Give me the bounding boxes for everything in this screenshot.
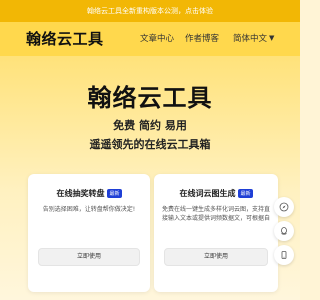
qq-icon[interactable] [274,221,294,241]
tool-card-wordcloud[interactable]: 在线词云图生成 最新 免费在线一键生成多样化词云图，支持直接输入文本或提供词频数据… [154,174,278,292]
use-now-button[interactable]: 立即使用 [38,248,140,266]
card-title-text: 在线抽奖转盘 [56,189,105,198]
card-description: 告别选择困难，让转盘帮你做决定! [42,206,136,213]
card-title-text: 在线词云图生成 [179,189,236,198]
card-title: 在线词云图生成 最新 [154,188,278,199]
announcement-text[interactable]: 翰络云工具全新重构版本公测，点击体验 [87,7,213,15]
language-label: 简体中文 [233,34,268,44]
use-now-button[interactable]: 立即使用 [164,248,268,266]
card-description: 免费在线一键生成多样化词云图，支持直接输入文本或提供词频数据文，可根据自 [162,206,271,222]
chevron-down-icon: ▼ [269,34,275,42]
announcement-bar[interactable]: 翰络云工具全新重构版本公测，点击体验 [0,0,300,22]
tool-card-lottery[interactable]: 在线抽奖转盘 最新 告别选择困难，让转盘帮你做决定! 立即使用 [28,174,150,292]
new-badge: 最新 [238,189,253,198]
new-badge: 最新 [107,189,122,198]
top-navbar: 翰络云工具 文章中心 作者博客 简体中文 ▼ [0,22,300,56]
mobile-icon[interactable] [274,245,294,265]
compass-icon[interactable] [274,197,294,217]
nav-link-articles[interactable]: 文章中心 [140,32,174,44]
nav-link-blog[interactable]: 作者博客 [185,32,219,44]
hero-title: 翰络云工具 [87,84,213,112]
card-title: 在线抽奖转盘 最新 [28,188,150,199]
language-selector[interactable]: 简体中文 ▼ [233,32,274,44]
floating-side-tools [274,197,296,271]
hero-slogan: 免费 简约 易用 [113,119,187,132]
hero-subtitle: 遥遥领先的在线云工具箱 [89,138,211,151]
site-logo[interactable]: 翰络云工具 [26,28,104,49]
